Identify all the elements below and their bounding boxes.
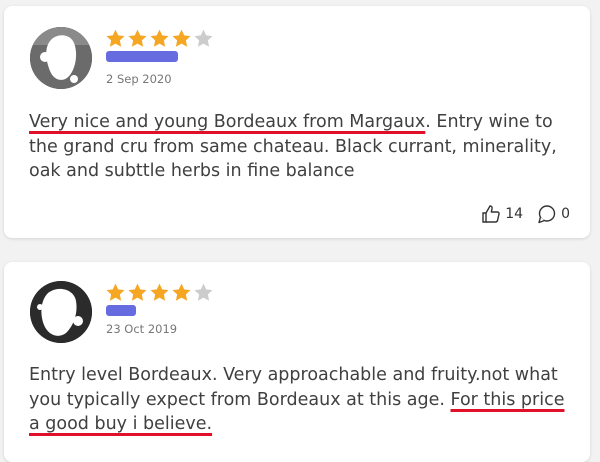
highlighted-text: Very nice and young Bordeaux from Margau… — [29, 112, 426, 132]
like-button[interactable]: 14 — [481, 204, 523, 224]
comment-count: 0 — [561, 206, 570, 222]
avatar-image — [30, 27, 92, 89]
review-card: 23 Oct 2019 Entry level Bordeaux. Very a… — [4, 262, 590, 462]
author-name-redacted — [106, 51, 178, 62]
review-text: Very nice and young Bordeaux from Margau… — [29, 110, 569, 184]
star-empty-icon — [194, 29, 213, 47]
star-filled-icon — [172, 29, 191, 47]
comment-button[interactable]: 0 — [537, 204, 570, 224]
review-date: 23 Oct 2019 — [106, 322, 178, 336]
star-filled-icon — [128, 283, 147, 301]
star-filled-icon — [106, 283, 125, 301]
comment-bubble-icon — [538, 205, 556, 224]
thumbs-up-icon — [482, 205, 501, 223]
star-filled-icon — [128, 29, 147, 47]
avatar-image — [30, 281, 92, 343]
author-name-redacted — [106, 305, 136, 316]
avatar[interactable] — [30, 281, 92, 343]
avatar[interactable] — [30, 27, 92, 89]
review-text: Entry level Bordeaux. Very approachable … — [29, 363, 569, 437]
star-rating — [105, 282, 214, 303]
star-empty-icon — [194, 283, 213, 301]
star-filled-icon — [150, 283, 169, 301]
star-filled-icon — [172, 283, 191, 301]
like-count: 14 — [505, 206, 524, 222]
review-actions: 14 0 — [481, 204, 570, 224]
star-rating — [105, 28, 214, 49]
review-card: 2 Sep 2020 Very nice and young Bordeaux … — [4, 6, 590, 238]
review-date: 2 Sep 2020 — [106, 72, 172, 86]
star-filled-icon — [106, 29, 125, 47]
star-filled-icon — [150, 29, 169, 47]
